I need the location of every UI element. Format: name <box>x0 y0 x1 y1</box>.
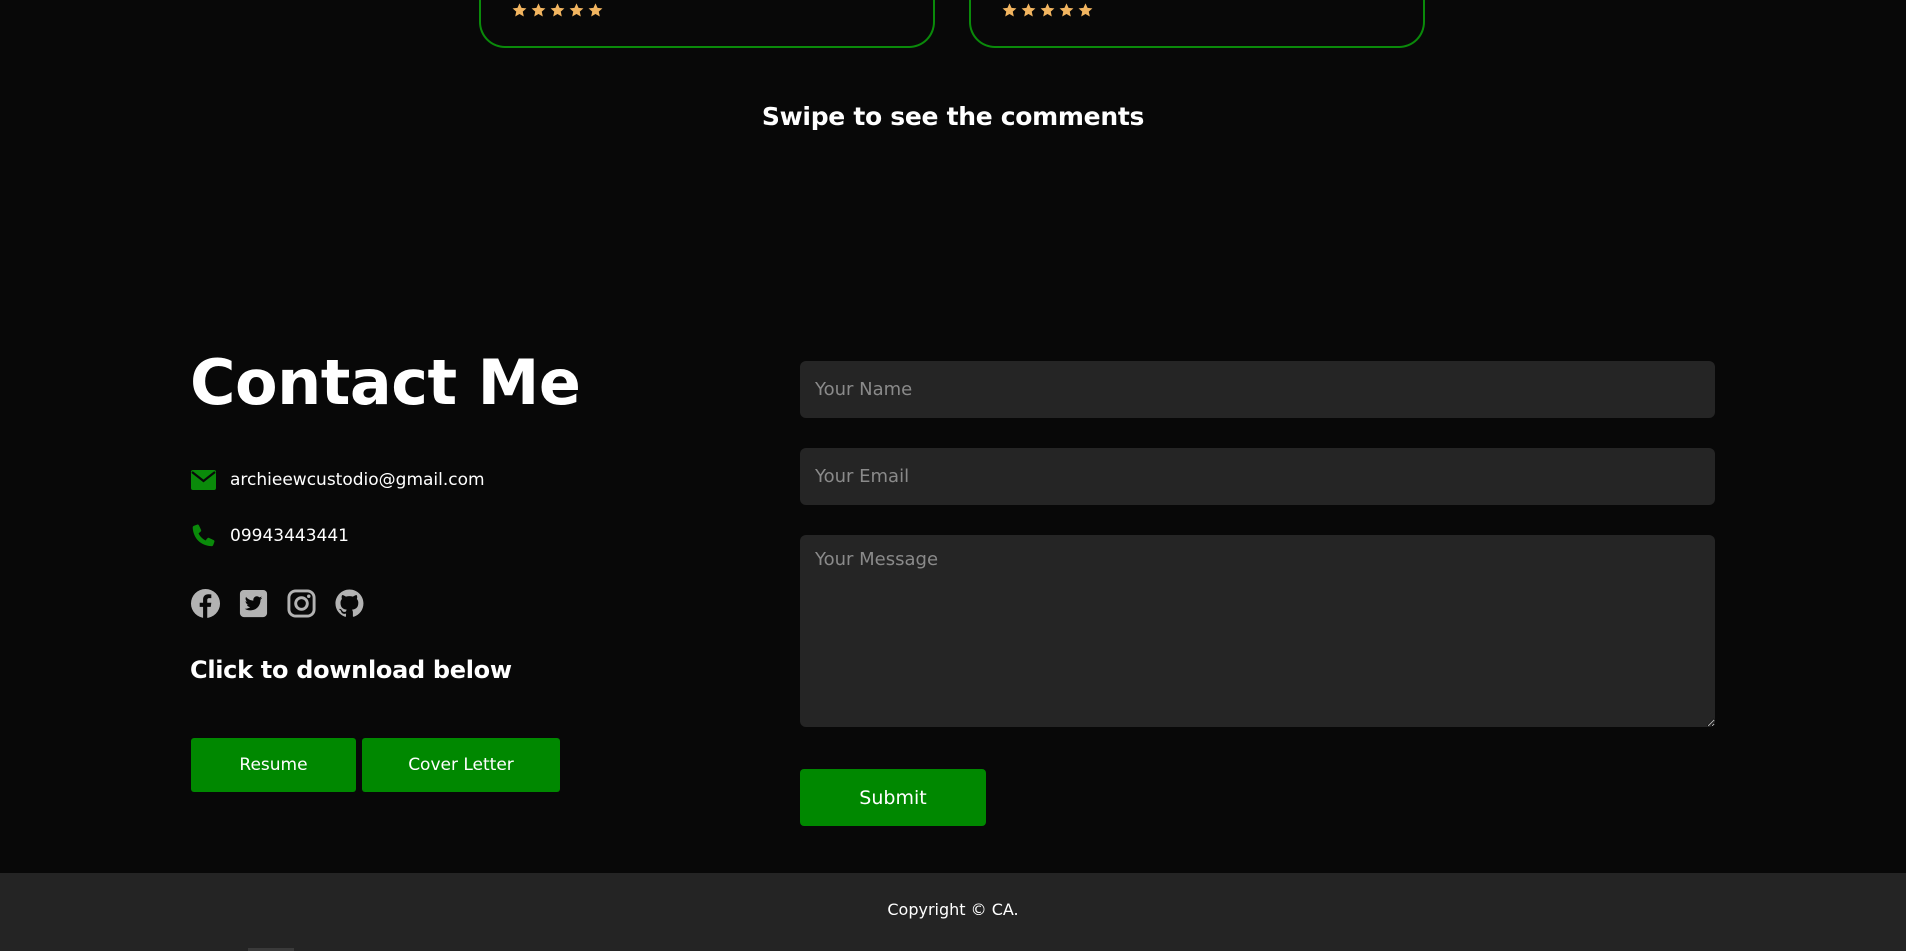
twitter-icon[interactable] <box>238 588 269 619</box>
email-text[interactable]: archieewcustodio@gmail.com <box>230 470 485 490</box>
phone-row: 09943443441 <box>190 523 349 549</box>
envelope-icon <box>190 467 216 493</box>
testimonial-card <box>479 0 935 48</box>
star-icon <box>1002 3 1017 17</box>
star-icon <box>588 3 603 17</box>
facebook-icon[interactable] <box>190 588 221 619</box>
cover-letter-button[interactable]: Cover Letter <box>362 738 560 792</box>
footer: Copyright © CA. <box>0 873 1906 951</box>
star-icon <box>550 3 565 17</box>
testimonial-card <box>969 0 1425 48</box>
resume-button[interactable]: Resume <box>191 738 356 792</box>
phone-text[interactable]: 09943443441 <box>230 526 349 546</box>
star-icon <box>1059 3 1074 17</box>
star-icon <box>1021 3 1036 17</box>
star-rating <box>1001 2 1094 19</box>
copyright-text: Copyright © CA. <box>887 900 1019 919</box>
star-icon <box>569 3 584 17</box>
github-icon[interactable] <box>334 588 365 619</box>
download-label: Click to download below <box>190 656 512 684</box>
social-links <box>190 588 365 619</box>
name-input[interactable] <box>800 361 1715 418</box>
submit-button[interactable]: Submit <box>800 769 986 826</box>
star-icon <box>1040 3 1055 17</box>
swipe-hint: Swipe to see the comments <box>761 102 1145 131</box>
star-icon <box>512 3 527 17</box>
message-textarea[interactable] <box>800 535 1715 727</box>
email-row: archieewcustodio@gmail.com <box>190 467 485 493</box>
contact-title: Contact Me <box>190 346 581 419</box>
instagram-icon[interactable] <box>286 588 317 619</box>
page: Swipe to see the comments Contact Me arc… <box>0 0 1906 951</box>
star-rating <box>511 2 604 19</box>
email-input[interactable] <box>800 448 1715 505</box>
phone-icon <box>190 523 216 549</box>
star-icon <box>531 3 546 17</box>
star-icon <box>1078 3 1093 17</box>
